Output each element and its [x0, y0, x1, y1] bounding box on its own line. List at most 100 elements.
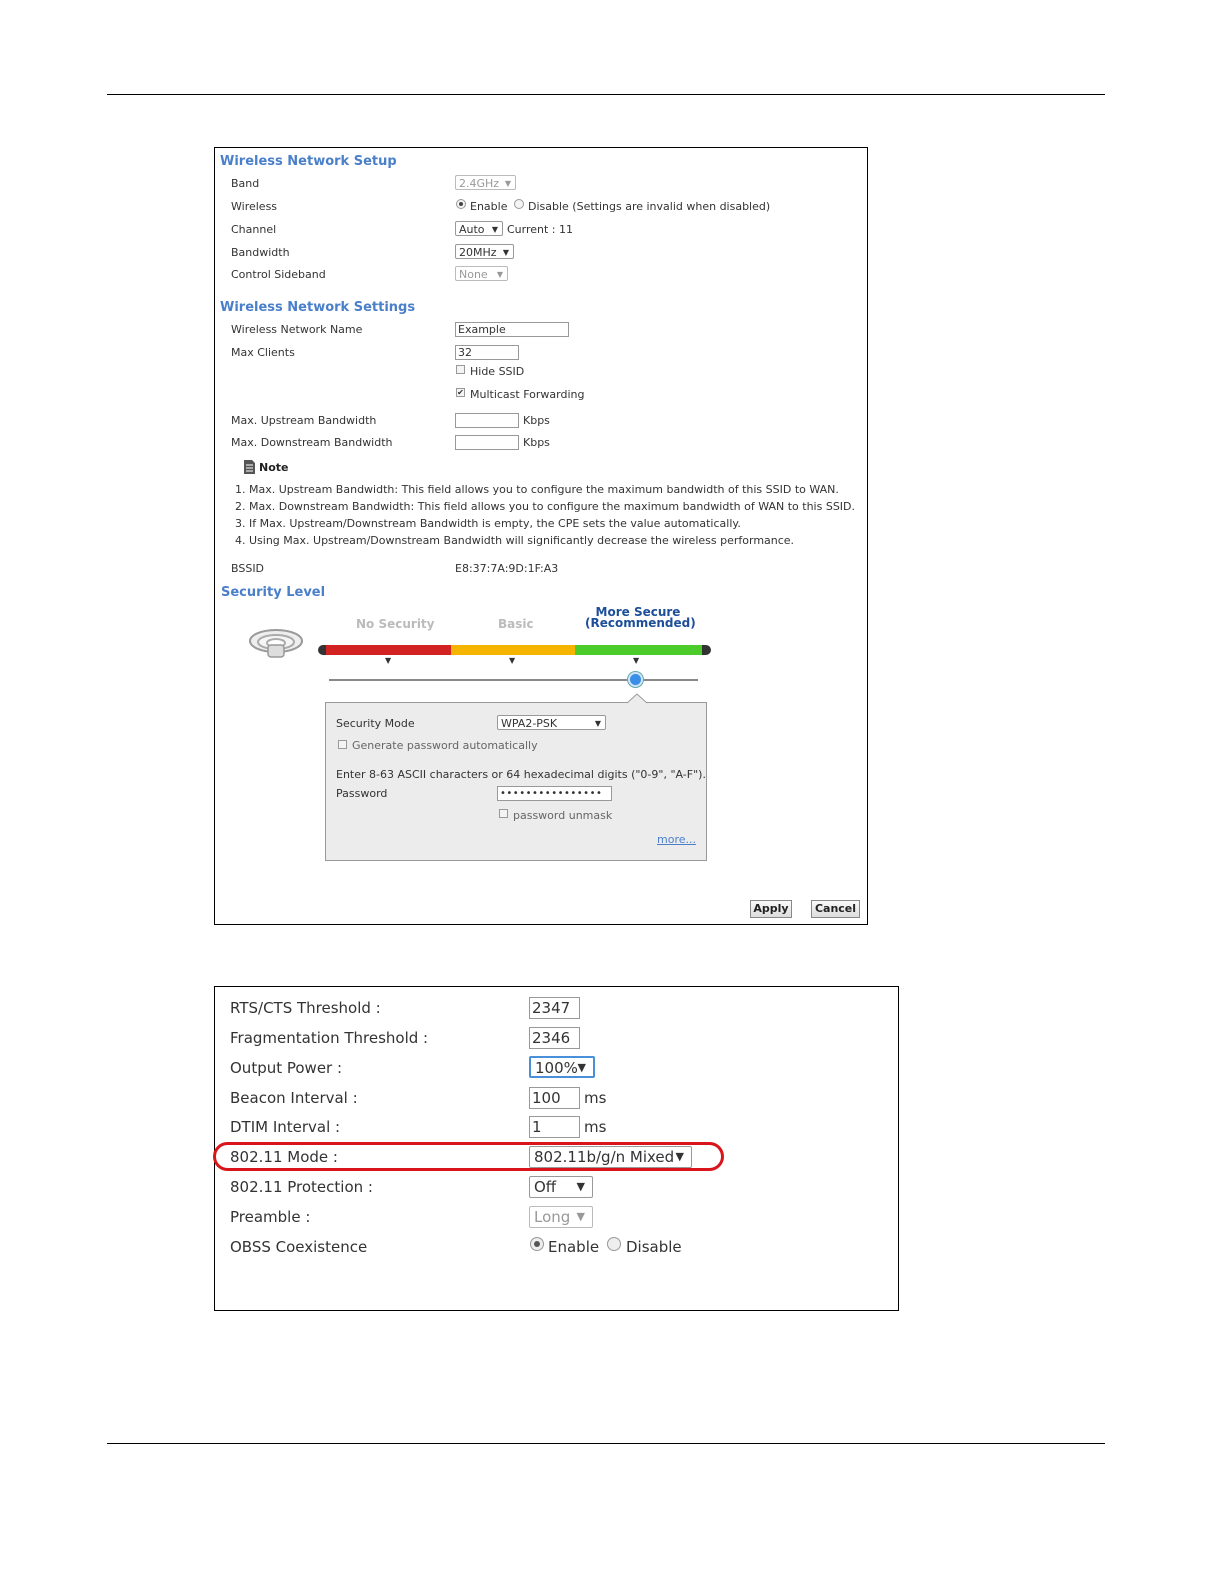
- sideband-value: None: [459, 268, 488, 281]
- obss-label: OBSS Coexistence: [230, 1238, 368, 1256]
- mode-label: 802.11 Mode :: [230, 1148, 338, 1166]
- more-link[interactable]: more...: [657, 833, 696, 846]
- hide-ssid-label: Hide SSID: [470, 365, 525, 378]
- wireless-enable-radio[interactable]: [456, 199, 466, 209]
- note-item: 2. Max. Downstream Bandwidth: This field…: [235, 500, 856, 513]
- security-mode-box: Security Mode WPA2-PSK ▼ Generate passwo…: [325, 702, 707, 861]
- password-input[interactable]: ••••••••••••••••: [497, 786, 612, 801]
- frag-label: Fragmentation Threshold :: [230, 1029, 429, 1047]
- rts-input[interactable]: 2347: [529, 997, 580, 1019]
- hide-ssid-checkbox[interactable]: [456, 365, 465, 374]
- protection-value: Off: [534, 1178, 557, 1196]
- level-more-secure[interactable]: More Secure (Recommended): [585, 606, 696, 630]
- dtim-input[interactable]: 1: [529, 1116, 580, 1138]
- chevron-down-icon: ▼: [502, 248, 509, 257]
- level-no-security[interactable]: No Security: [356, 617, 435, 631]
- chevron-down-icon: ▼: [576, 1180, 585, 1193]
- upstream-input[interactable]: [455, 413, 519, 428]
- downstream-input[interactable]: [455, 435, 519, 450]
- multicast-checkbox[interactable]: ✔: [456, 388, 465, 397]
- obss-enable-label: Enable: [548, 1238, 600, 1256]
- apply-button[interactable]: Apply: [750, 900, 792, 918]
- mode-value: 802.11b/g/n Mixed: [534, 1148, 675, 1166]
- section-title-settings: Wireless Network Settings: [220, 300, 416, 315]
- bar-red: [326, 645, 451, 655]
- band-label: Band: [231, 177, 260, 190]
- wireless-disable-radio[interactable]: [514, 199, 524, 209]
- bar-green: [575, 645, 702, 655]
- advanced-settings-panel: RTS/CTS Threshold : 2347 Fragmentation T…: [213, 986, 899, 1311]
- password-unmask-label: password unmask: [513, 809, 613, 822]
- band-select[interactable]: 2.4GHz ▼: [455, 175, 516, 190]
- note-list: 1. Max. Upstream Bandwidth: This field a…: [235, 481, 855, 549]
- network-name-input[interactable]: Example: [455, 322, 569, 337]
- marker-more: ▼: [633, 656, 640, 665]
- note-item: 3. If Max. Upstream/Downstream Bandwidth…: [235, 517, 741, 530]
- generate-password-label: Generate password automatically: [352, 739, 538, 752]
- power-select[interactable]: 100% ▼: [529, 1056, 595, 1078]
- max-clients-input[interactable]: 32: [455, 345, 519, 360]
- protection-select[interactable]: Off ▼: [529, 1176, 593, 1198]
- note-item: 4. Using Max. Upstream/Downstream Bandwi…: [235, 534, 795, 547]
- dtim-unit: ms: [584, 1118, 607, 1136]
- sideband-select[interactable]: None ▼: [455, 266, 508, 281]
- beacon-unit: ms: [584, 1089, 607, 1107]
- security-mode-value: WPA2-PSK: [501, 717, 558, 730]
- beacon-label: Beacon Interval :: [230, 1089, 358, 1107]
- chevron-down-icon: ▼: [594, 719, 601, 728]
- wireless-settings-panel: Wireless Network Setup Band 2.4GHz ▼ Wir…: [214, 147, 868, 925]
- obss-enable-radio[interactable]: [530, 1237, 544, 1251]
- wireless-disable-label: Disable (Settings are invalid when disab…: [528, 200, 771, 213]
- security-slider-thumb[interactable]: [627, 672, 643, 687]
- chevron-down-icon: ▼: [577, 1061, 586, 1074]
- rts-label: RTS/CTS Threshold :: [230, 999, 381, 1017]
- obss-disable-radio[interactable]: [607, 1237, 621, 1251]
- downstream-label: Max. Downstream Bandwidth: [231, 436, 393, 449]
- cancel-button[interactable]: Cancel: [811, 900, 860, 918]
- level-basic[interactable]: Basic: [498, 617, 534, 631]
- dtim-label: DTIM Interval :: [230, 1118, 341, 1136]
- mode-select[interactable]: 802.11b/g/n Mixed ▼: [529, 1146, 692, 1168]
- power-label: Output Power :: [230, 1059, 343, 1077]
- level-more-secure-line2: (Recommended): [585, 616, 696, 630]
- marker-basic: ▼: [509, 656, 516, 665]
- wifi-router-icon: [249, 629, 303, 658]
- channel-value: Auto: [459, 223, 485, 236]
- note-title: Note: [259, 461, 289, 474]
- bssid-label: BSSID: [231, 562, 265, 575]
- preamble-value: Long: [534, 1208, 571, 1226]
- chevron-down-icon: ▼: [504, 179, 511, 188]
- channel-select[interactable]: Auto ▼: [455, 221, 503, 236]
- note-icon: [244, 460, 255, 474]
- max-clients-label: Max Clients: [231, 346, 295, 359]
- header-rule: [107, 94, 1105, 95]
- section-title-security: Security Level: [221, 585, 326, 600]
- marker-none: ▼: [385, 656, 392, 665]
- frag-input[interactable]: 2346: [529, 1027, 580, 1049]
- beacon-input[interactable]: 100: [529, 1087, 580, 1109]
- security-level-bar: [318, 645, 711, 655]
- bssid-value: E8:37:7A:9D:1F:A3: [455, 562, 559, 575]
- band-value: 2.4GHz: [459, 177, 500, 190]
- password-unmask-checkbox[interactable]: [499, 809, 508, 818]
- note-item: 1. Max. Upstream Bandwidth: This field a…: [235, 483, 839, 496]
- channel-current: Current : 11: [507, 223, 574, 236]
- generate-password-checkbox[interactable]: [338, 740, 347, 749]
- multicast-label: Multicast Forwarding: [470, 388, 585, 401]
- wireless-label: Wireless: [231, 200, 278, 213]
- security-mode-label: Security Mode: [336, 717, 415, 730]
- preamble-select[interactable]: Long ▼: [529, 1206, 593, 1228]
- obss-disable-label: Disable: [626, 1238, 682, 1256]
- bandwidth-select[interactable]: 20MHz ▼: [455, 244, 514, 259]
- section-title-setup: Wireless Network Setup: [220, 154, 397, 169]
- downstream-unit: Kbps: [523, 436, 550, 449]
- box-pointer: [627, 693, 647, 704]
- sideband-label: Control Sideband: [231, 268, 326, 281]
- security-mode-select[interactable]: WPA2-PSK ▼: [497, 715, 606, 730]
- wireless-enable-label: Enable: [470, 200, 508, 213]
- protection-label: 802.11 Protection :: [230, 1178, 373, 1196]
- chevron-down-icon: ▼: [496, 270, 503, 279]
- preamble-label: Preamble :: [230, 1208, 311, 1226]
- channel-label: Channel: [231, 223, 277, 236]
- upstream-label: Max. Upstream Bandwidth: [231, 414, 377, 427]
